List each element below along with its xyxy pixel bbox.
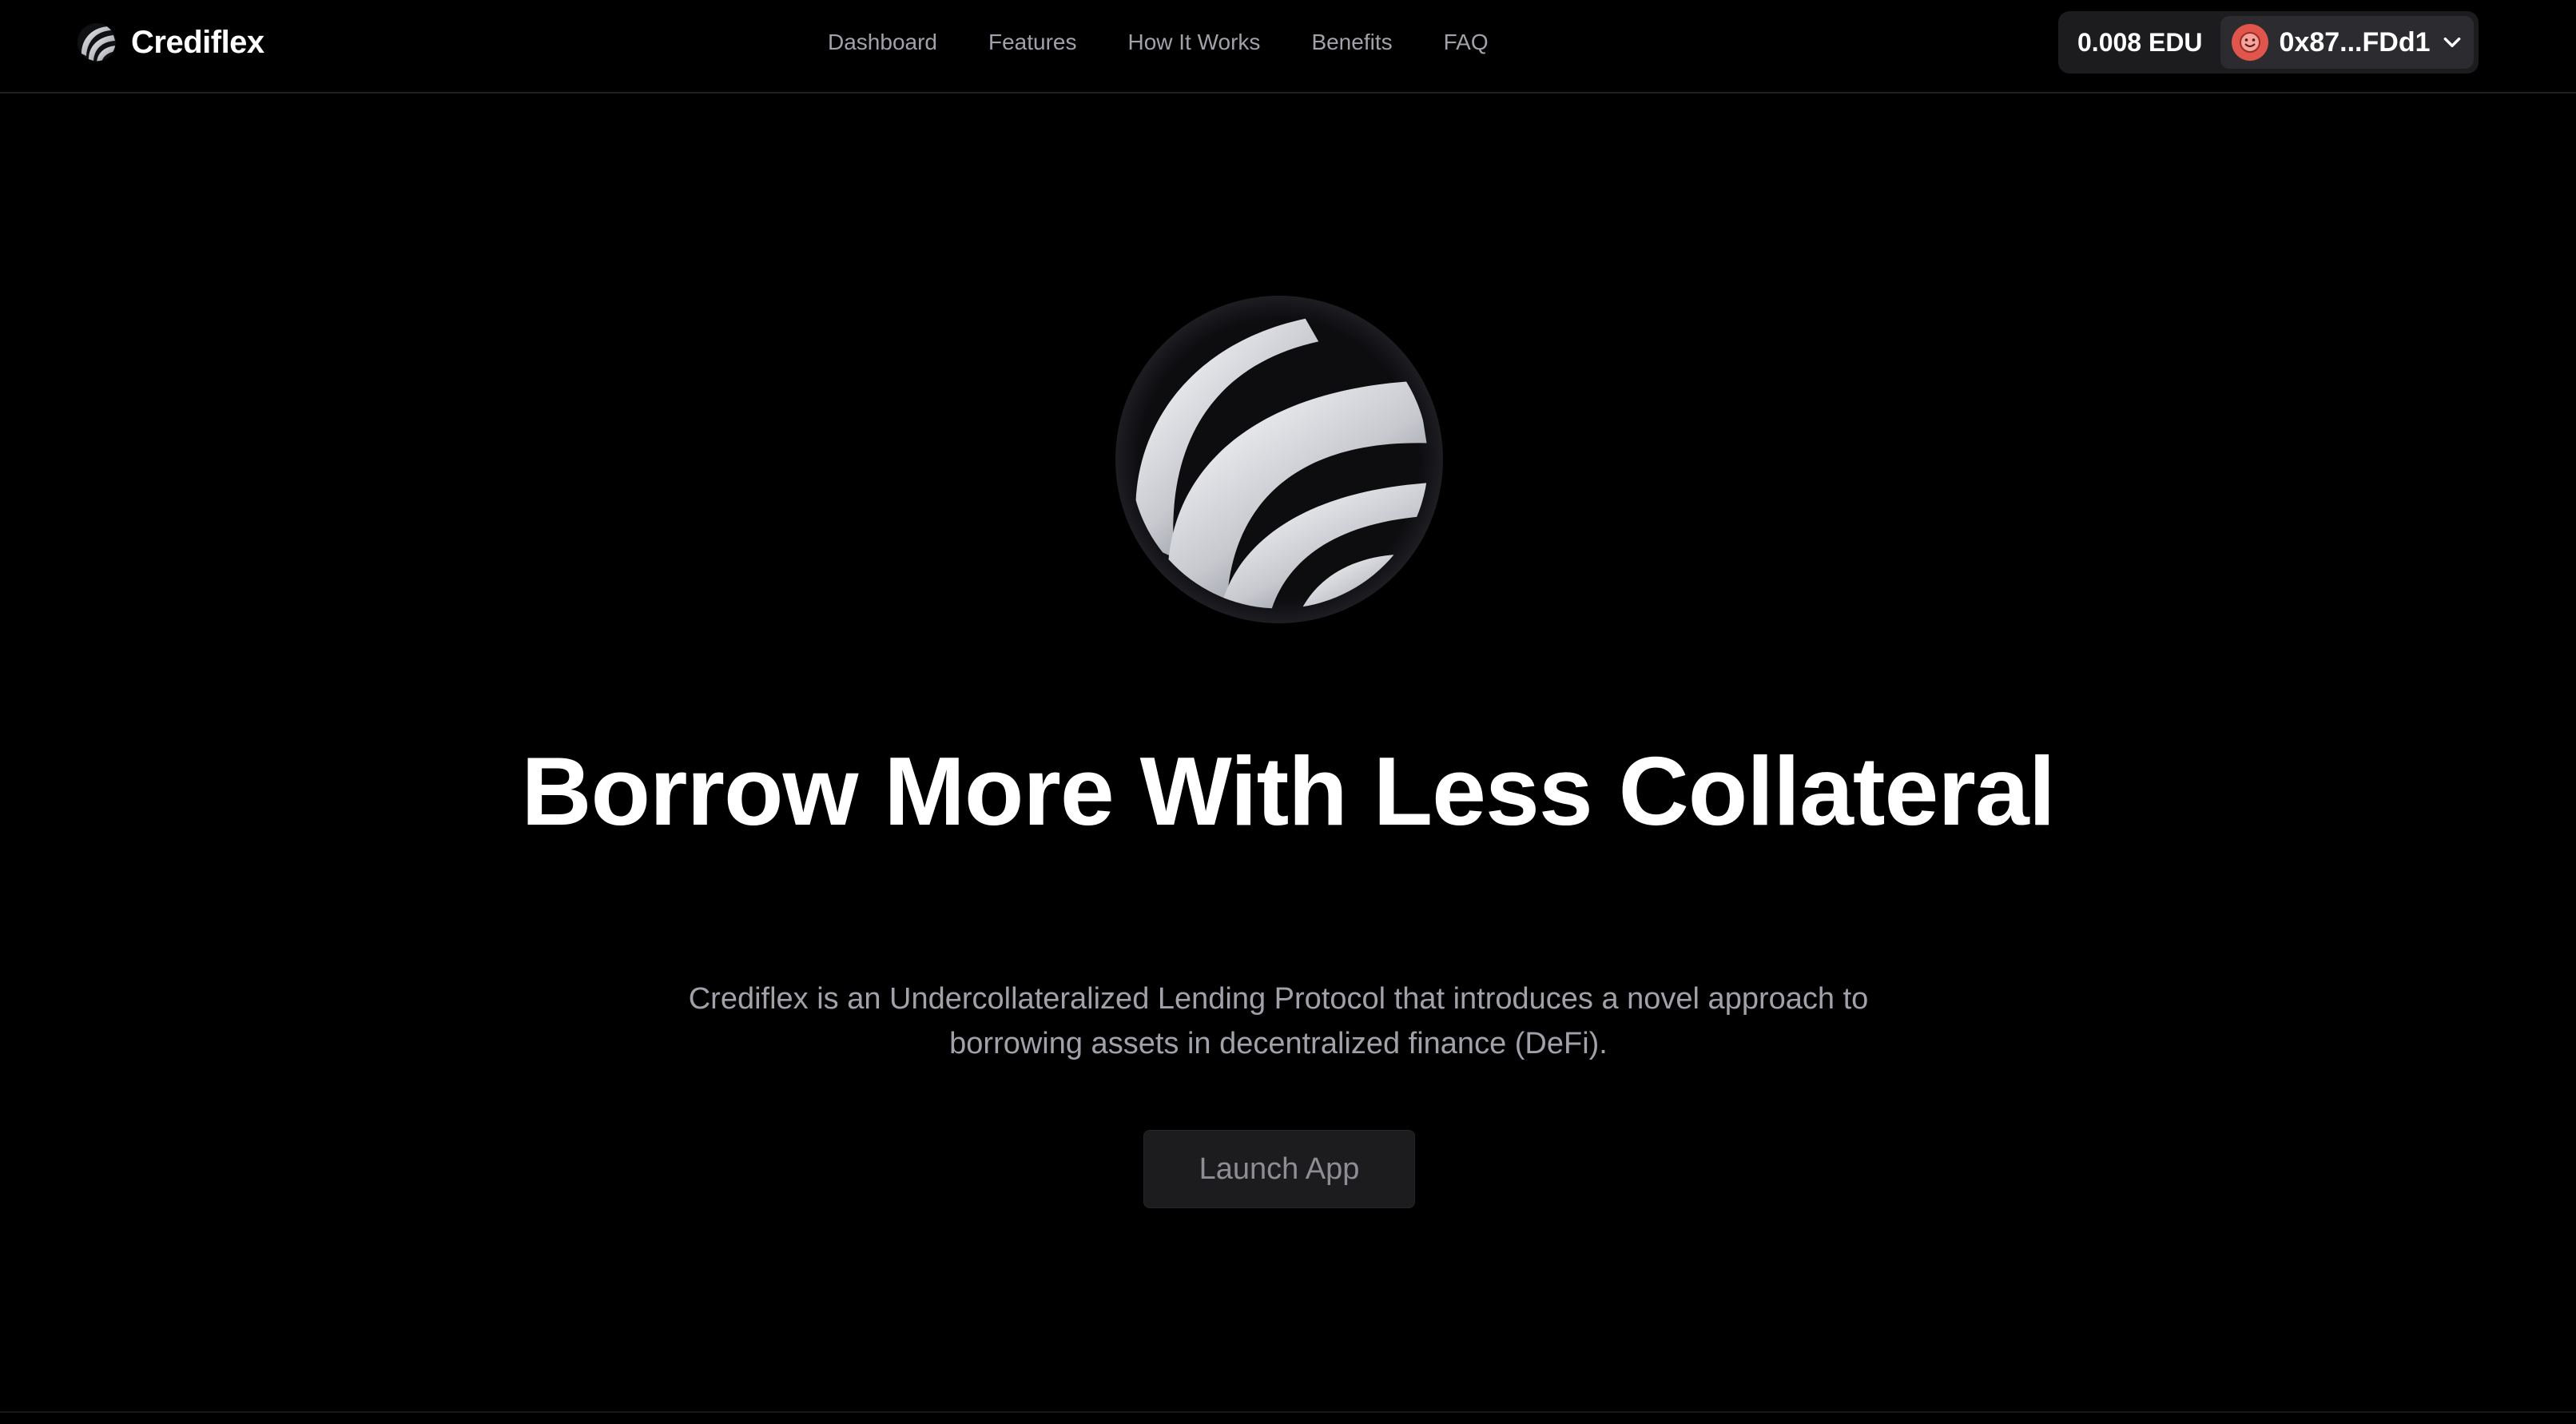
wallet-balance[interactable]: 0.008 EDU [2077,28,2203,58]
nav-item-features[interactable]: Features [988,30,1077,55]
section-divider [0,1411,2576,1413]
avatar-emoji-icon [2231,24,2268,61]
main-nav: Dashboard Features How It Works Benefits… [828,22,1489,62]
landing-page: Crediflex Dashboard Features How It Work… [0,0,2576,1424]
wallet-address: 0x87...FDd1 [2279,26,2431,58]
nav-item-how-it-works[interactable]: How It Works [1127,30,1260,55]
face-icon [2239,32,2260,53]
crediflex-globe-logo [1115,296,1443,623]
wallet-widget: 0.008 EDU 0x87...FDd1 [2058,11,2479,74]
brand-link[interactable]: Crediflex [77,21,264,64]
top-navbar: Crediflex Dashboard Features How It Work… [0,0,2576,93]
nav-item-dashboard[interactable]: Dashboard [828,30,937,55]
hero-subtitle: Crediflex is an Undercollateralized Lend… [688,982,1869,1060]
crediflex-logo-icon [78,23,116,62]
nav-item-benefits[interactable]: Benefits [1311,30,1392,55]
nav-item-faq[interactable]: FAQ [1444,30,1489,55]
launch-app-button[interactable]: Launch App [1143,1130,1415,1208]
chevron-down-icon [2443,37,2460,48]
brand-name: Crediflex [131,24,264,60]
hero-title: Borrow More With Less Collateral [521,737,2055,845]
account-button[interactable]: 0x87...FDd1 [2220,16,2474,69]
